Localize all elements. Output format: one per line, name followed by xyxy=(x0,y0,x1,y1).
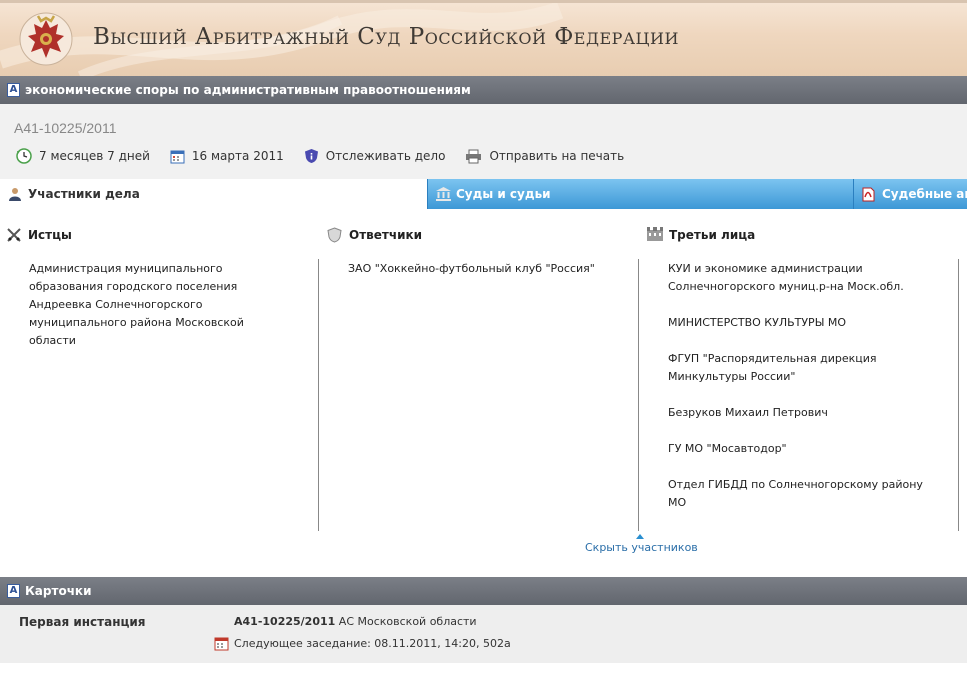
category-label: экономические споры по административным … xyxy=(25,83,471,97)
defendants-title: Ответчики xyxy=(327,227,423,243)
instance-court: АС Московской области xyxy=(338,615,477,628)
next-session: Следующее заседание: 08.11.2011, 14:20, … xyxy=(214,636,511,651)
date-text: 16 марта 2011 xyxy=(191,149,284,163)
plaintiff-item: Администрация муниципального образования… xyxy=(29,262,244,347)
collapse-arrow-icon[interactable] xyxy=(636,534,644,539)
hide-participants-link[interactable]: Скрыть участников xyxy=(585,541,698,554)
third-parties-title: Третьи лица xyxy=(647,227,756,242)
duration-text: 7 месяцев 7 дней xyxy=(39,149,150,163)
cards-title: Карточки xyxy=(25,584,92,598)
next-session-text: Следующее заседание: 08.11.2011, 14:20, … xyxy=(234,637,511,650)
participants-panel: Истцы Администрация муниципального образ… xyxy=(0,209,967,575)
tab-label: Судебные акты xyxy=(882,187,967,201)
cards-bar: A Карточки xyxy=(0,577,967,605)
track-case-button[interactable]: Отслеживать дело xyxy=(304,148,446,164)
calendar-icon xyxy=(170,150,185,163)
tab-participants[interactable]: Участники дела xyxy=(0,179,427,209)
calendar-icon xyxy=(214,637,229,651)
tab-courts-judges[interactable]: Суды и судьи xyxy=(427,179,853,209)
case-duration: 7 месяцев 7 дней xyxy=(16,148,150,164)
tab-bar: Участники дела Суды и судьи Судебные акт… xyxy=(0,179,967,209)
clock-icon xyxy=(16,148,32,164)
instance-case-number[interactable]: А41-10225/2011 xyxy=(234,615,335,628)
third-party-item: МИНИСТЕРСТВО КУЛЬТУРЫ МО xyxy=(668,316,847,329)
third-party-item: Безруков Михаил Петрович xyxy=(668,406,828,419)
shield-icon xyxy=(304,149,318,163)
tab-label: Суды и судьи xyxy=(456,187,551,201)
defendants-label: Ответчики xyxy=(349,228,423,242)
third-party-item: ГУ МО "Мосавтодор" xyxy=(668,442,787,455)
tab-court-acts[interactable]: Судебные акты xyxy=(853,179,967,209)
court-emblem-icon[interactable] xyxy=(14,10,78,68)
site-header: Высший Арбитражный Суд Российской Федера… xyxy=(0,0,967,76)
case-info: А41-10225/2011 7 месяцев 7 дней 16 марта… xyxy=(0,104,967,179)
document-icon: A xyxy=(7,584,20,598)
third-party-item: Отдел ГИБДД по Солнечногорскому району М… xyxy=(668,478,923,509)
column-divider xyxy=(958,259,959,531)
print-button[interactable]: Отправить на печать xyxy=(465,149,624,164)
pdf-icon xyxy=(862,187,875,202)
print-label: Отправить на печать xyxy=(489,149,625,163)
printer-icon xyxy=(466,149,482,163)
third-parties-label: Третьи лица xyxy=(669,228,756,242)
column-divider xyxy=(638,259,639,531)
case-date: 16 марта 2011 xyxy=(170,149,284,164)
browser-edge xyxy=(0,0,967,3)
person-icon xyxy=(9,188,21,201)
case-actions: 7 месяцев 7 дней 16 марта 2011 Отслежива… xyxy=(16,148,644,164)
tab-label: Участники дела xyxy=(28,187,140,201)
courthouse-icon xyxy=(436,187,451,201)
crossed-swords-icon xyxy=(7,228,21,242)
third-party-item: КУИ и экономике администрации Солнечного… xyxy=(668,262,904,293)
building-icon xyxy=(647,227,663,241)
plaintiffs-label: Истцы xyxy=(28,228,72,242)
instance-case[interactable]: А41-10225/2011 АС Московской области xyxy=(234,615,477,628)
case-number: А41-10225/2011 xyxy=(14,120,117,136)
instance-label: Первая инстанция xyxy=(19,615,146,629)
column-divider xyxy=(318,259,319,531)
third-party-item: ФГУП "Распорядительная дирекция Минкульт… xyxy=(668,352,877,383)
track-case-label: Отслеживать дело xyxy=(325,149,446,163)
cards-panel: Первая инстанция А41-10225/2011 АС Моско… xyxy=(0,605,967,663)
document-icon: A xyxy=(7,83,20,97)
plaintiffs-title: Истцы xyxy=(7,228,72,242)
category-bar: A экономические споры по административны… xyxy=(0,76,967,104)
defendant-item: ЗАО "Хоккейно-футбольный клуб "Россия" xyxy=(348,262,595,275)
shield-outline-icon xyxy=(327,227,342,243)
site-title[interactable]: Высший Арбитражный Суд Российской Федера… xyxy=(93,24,679,50)
